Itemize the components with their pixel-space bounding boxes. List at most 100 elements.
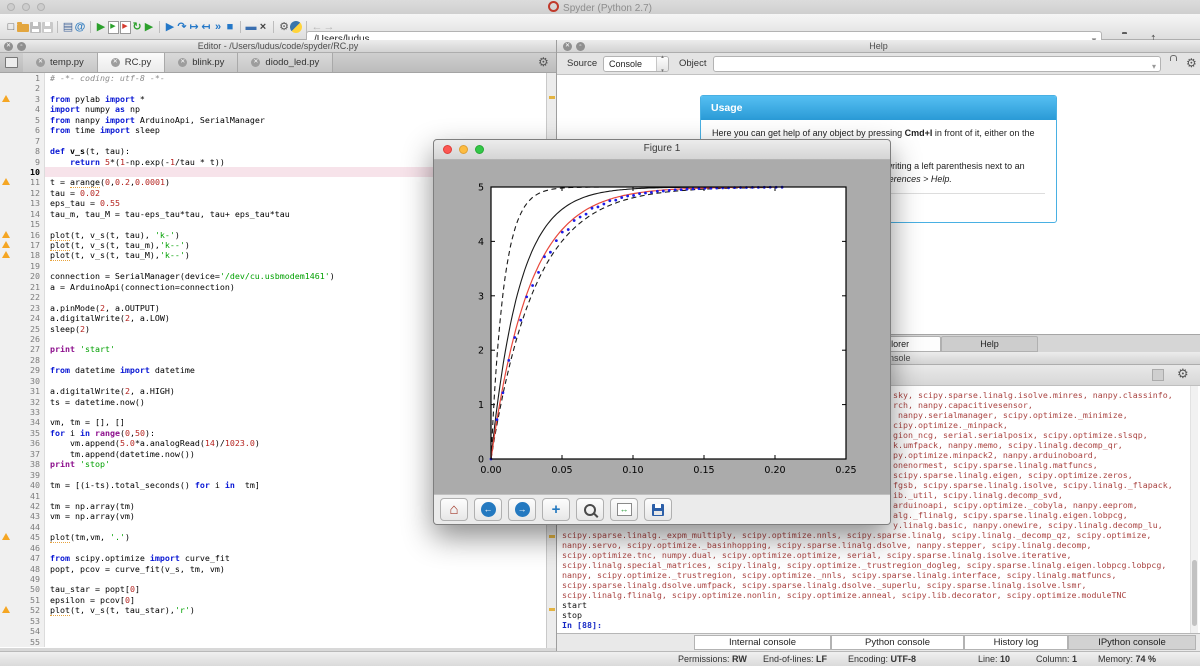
- subplots-button[interactable]: ↔: [610, 498, 638, 521]
- close-tab-icon[interactable]: ✕: [111, 58, 120, 67]
- editor-tabs: ✕temp.py✕RC.py✕blink.py✕diodo_led.py: [23, 53, 333, 72]
- code-line-53[interactable]: 53: [0, 616, 546, 626]
- step-into-icon[interactable]: ↦: [188, 19, 200, 35]
- outline-icon[interactable]: ▤: [62, 19, 74, 35]
- stepper-icon[interactable]: ▲▼: [656, 57, 668, 71]
- back-button[interactable]: ←: [474, 498, 502, 521]
- code-line-48[interactable]: 48popt, pcov = curve_fit(v_s, tm, vm): [0, 564, 546, 574]
- run-icon[interactable]: ▶: [95, 19, 107, 35]
- save-icon[interactable]: [29, 19, 41, 35]
- pan-button[interactable]: +: [542, 498, 570, 521]
- code-line-50[interactable]: 50tau_star = popt[0]: [0, 584, 546, 594]
- line-number: 22: [14, 292, 45, 302]
- line-number: 1: [14, 73, 45, 83]
- warning-flag[interactable]: [549, 608, 555, 611]
- console-tab-history-log[interactable]: History log: [964, 635, 1068, 650]
- code-line-46[interactable]: 46: [0, 543, 546, 553]
- console-options-gear-icon[interactable]: ⚙: [1177, 368, 1189, 380]
- code-line-1[interactable]: 1# -*- coding: utf-8 -*-: [0, 73, 546, 83]
- figure-titlebar[interactable]: Figure 1: [434, 140, 890, 160]
- warning-icon: [2, 231, 10, 238]
- continue-icon[interactable]: »: [212, 19, 224, 35]
- code-line-6[interactable]: 6from time import sleep: [0, 125, 546, 135]
- line-number: 16: [14, 230, 45, 240]
- code-line-3[interactable]: 3from pylab import *: [0, 94, 546, 104]
- editor-tabbar: ✕temp.py✕RC.py✕blink.py✕diodo_led.py: [0, 53, 556, 73]
- forward-button[interactable]: →: [508, 498, 536, 521]
- python-path-icon[interactable]: [290, 19, 302, 35]
- console-tab-python-console[interactable]: Python console: [831, 635, 964, 650]
- home-button[interactable]: ⌂: [440, 498, 468, 521]
- svg-text:0.00: 0.00: [480, 465, 501, 476]
- warning-flag[interactable]: [549, 535, 555, 538]
- line-number: 38: [14, 459, 45, 469]
- code-line-2[interactable]: 2: [0, 83, 546, 93]
- line-number: 11: [14, 177, 45, 187]
- stop-debug-icon[interactable]: ■: [224, 19, 236, 35]
- line-number: 42: [14, 501, 45, 511]
- panel-tab-help[interactable]: Help: [941, 336, 1038, 352]
- code-line-55[interactable]: 55: [0, 637, 546, 647]
- editor-tab-RC.py[interactable]: ✕RC.py: [98, 53, 165, 72]
- code-line-45[interactable]: 45plot(tm,vm, '.'): [0, 532, 546, 542]
- open-file-icon[interactable]: [17, 19, 29, 35]
- line-number: 45: [14, 532, 45, 542]
- step-icon[interactable]: ↷: [176, 19, 188, 35]
- run-configuration-icon[interactable]: ▶: [143, 19, 155, 35]
- code-line-52[interactable]: 52plot(t, v_s(t, tau_star),'r'): [0, 605, 546, 615]
- code-line-4[interactable]: 4import numpy as np: [0, 104, 546, 114]
- zoom-button[interactable]: [576, 498, 604, 521]
- editor-options-gear-icon[interactable]: ⚙: [538, 56, 549, 68]
- source-select[interactable]: Console ▲▼: [603, 56, 669, 72]
- preferences-icon[interactable]: ⚙: [278, 19, 290, 35]
- editor-tab-temp.py[interactable]: ✕temp.py: [23, 53, 98, 72]
- console-line: k.umfpack, nanpy.memo, scipy.linalg.deco…: [893, 440, 1123, 450]
- zoom-icon: [584, 504, 596, 516]
- save-figure-button[interactable]: [644, 498, 672, 521]
- close-tab-icon[interactable]: ✕: [178, 58, 187, 67]
- run-cell-icon[interactable]: ▶: [107, 19, 119, 35]
- console-line: onenormest, scipy.sparse.linalg.matfuncs…: [893, 460, 1098, 470]
- close-tab-icon[interactable]: ✕: [251, 58, 260, 67]
- close-tab-icon[interactable]: ✕: [36, 58, 45, 67]
- help-options-gear-icon[interactable]: ⚙: [1186, 57, 1197, 69]
- code-line-51[interactable]: 51epsilon = pcov[0]: [0, 595, 546, 605]
- code-line-5[interactable]: 5from nanpy import ArduinoApi, SerialMan…: [0, 115, 546, 125]
- svg-text:0: 0: [478, 455, 484, 466]
- scrollbar-thumb[interactable]: [1192, 560, 1197, 626]
- browse-tabs-icon[interactable]: [5, 57, 18, 68]
- line-number: 35: [14, 428, 45, 438]
- debug-icon[interactable]: ▶: [164, 19, 176, 35]
- code-line-54[interactable]: 54: [0, 626, 546, 636]
- subplots-icon: ↔: [617, 503, 632, 516]
- console-scrollbar[interactable]: [1190, 386, 1198, 633]
- source-label: Source: [567, 58, 597, 69]
- figure-title: Figure 1: [434, 143, 890, 154]
- console-tab-ipython-console[interactable]: IPython console: [1068, 635, 1196, 650]
- re-run-icon[interactable]: ↻: [131, 19, 143, 35]
- interrupt-kernel-icon[interactable]: [1152, 369, 1164, 381]
- line-number: 4: [14, 104, 45, 114]
- fullscreen-icon[interactable]: ×: [257, 19, 269, 35]
- run-cell-advance-icon[interactable]: ▶: [119, 19, 131, 35]
- line-number: 39: [14, 470, 45, 480]
- line-number: 14: [14, 209, 45, 219]
- python-console-icon[interactable]: ▬: [245, 19, 257, 35]
- warning-icon: [2, 241, 10, 248]
- console-tab-internal-console[interactable]: Internal console: [694, 635, 831, 650]
- code-analysis-icon[interactable]: @: [74, 19, 86, 35]
- save-icon: [652, 504, 664, 516]
- save-all-icon[interactable]: [41, 19, 53, 35]
- chevron-down-icon[interactable]: ▾: [1152, 60, 1156, 74]
- code-line-47[interactable]: 47from scipy.optimize import curve_fit: [0, 553, 546, 563]
- step-return-icon[interactable]: ↤: [200, 19, 212, 35]
- new-file-icon[interactable]: □: [5, 19, 17, 35]
- pan-icon: +: [552, 502, 561, 517]
- code-line-49[interactable]: 49: [0, 574, 546, 584]
- editor-tab-blink.py[interactable]: ✕blink.py: [165, 53, 238, 72]
- editor-tab-diodo_led.py[interactable]: ✕diodo_led.py: [238, 53, 333, 72]
- status-permissions: Permissions: RW: [678, 654, 747, 664]
- warning-flag[interactable]: [549, 96, 555, 99]
- figure-window[interactable]: Figure 1 0.000.050.100.150.200.25012345 …: [433, 139, 891, 525]
- object-combobox[interactable]: ▾: [713, 56, 1161, 72]
